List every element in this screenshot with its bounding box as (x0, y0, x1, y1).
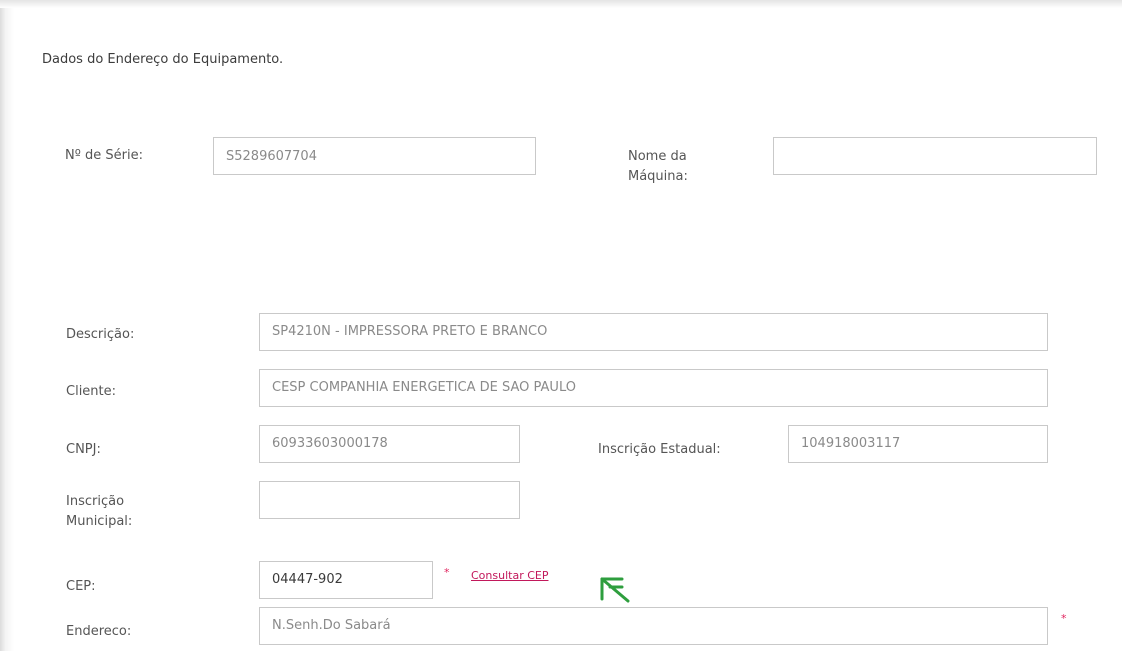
cliente-field[interactable]: CESP COMPANHIA ENERGETICA DE SAO PAULO (259, 369, 1048, 407)
inscricao-estadual-label: Inscrição Estadual: (598, 442, 721, 457)
cep-required-mark: * (444, 566, 450, 579)
endereco-required-mark: * (1061, 612, 1067, 625)
cnpj-label: CNPJ: (66, 442, 101, 457)
form-panel: Dados do Endereço do Equipamento. Nº de … (0, 0, 1122, 651)
panel-shadow-left (0, 0, 14, 651)
cep-label: CEP: (66, 579, 96, 594)
endereco-label: Endereco: (66, 624, 132, 639)
nome-maquina-label-line2: Máquina: (628, 169, 688, 184)
double-chevron-arrow-icon (600, 577, 630, 603)
nome-maquina-field[interactable] (773, 137, 1097, 175)
inscricao-municipal-field[interactable] (259, 481, 520, 519)
descricao-label: Descrição: (66, 327, 135, 342)
inscricao-municipal-label-line1: Inscrição (66, 494, 125, 509)
section-title: Dados do Endereço do Equipamento. (42, 52, 284, 67)
consultar-cep-link[interactable]: Consultar CEP (471, 569, 548, 582)
cep-field[interactable]: 04447-902 (259, 561, 433, 599)
nome-maquina-label: Nome da Máquina: (628, 147, 688, 187)
serie-field[interactable]: S5289607704 (213, 137, 536, 175)
panel-shadow-top (0, 0, 1122, 8)
serie-label: Nº de Série: (65, 148, 143, 163)
nome-maquina-label-line1: Nome da (628, 149, 687, 164)
cliente-label: Cliente: (66, 384, 117, 399)
inscricao-municipal-label-line2: Municipal: (66, 514, 133, 529)
inscricao-municipal-label: Inscrição Municipal: (66, 492, 132, 532)
inscricao-estadual-field[interactable]: 104918003117 (788, 425, 1048, 463)
descricao-field[interactable]: SP4210N - IMPRESSORA PRETO E BRANCO (259, 313, 1048, 351)
cnpj-field[interactable]: 60933603000178 (259, 425, 520, 463)
endereco-field[interactable]: N.Senh.Do Sabará (259, 607, 1048, 645)
